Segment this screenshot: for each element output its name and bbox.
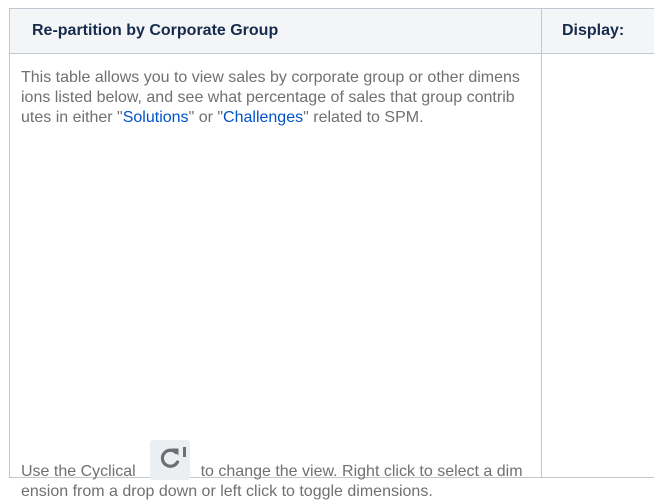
instructions-text: Use the Cyclical to change the view. Rig… — [21, 440, 523, 502]
description-text: This table allows you to view sales by c… — [21, 68, 523, 128]
info-table: Re-partition by Corporate Group Display:… — [9, 8, 654, 478]
cyclical-refresh-icon — [150, 440, 190, 480]
header-display: Display: — [542, 9, 654, 54]
solutions-link[interactable]: Solutions — [123, 109, 189, 126]
display-cell — [542, 54, 654, 478]
table-header-row: Re-partition by Corporate Group Display: — [10, 9, 654, 54]
table-body-row: This table allows you to view sales by c… — [10, 54, 654, 478]
header-repartition: Re-partition by Corporate Group — [10, 9, 542, 54]
description-part3: " related to SPM. — [303, 109, 423, 126]
challenges-link[interactable]: Challenges — [223, 109, 303, 126]
description-cell: This table allows you to view sales by c… — [10, 54, 542, 478]
instructions-prefix: Use the Cyclical — [21, 463, 136, 480]
description-part2: " or " — [189, 109, 223, 126]
instructions-suffix-line1: to change the view. Right click to — [201, 463, 433, 480]
